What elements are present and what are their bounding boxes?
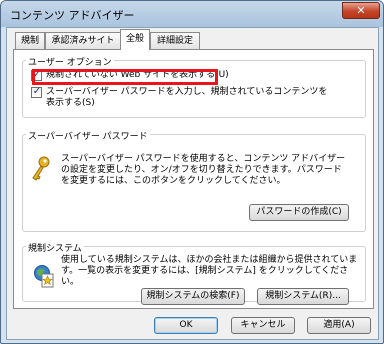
user-options-title: ユーザー オプション <box>26 55 114 68</box>
ok-button[interactable]: OK <box>154 317 218 334</box>
supervisor-desc-line3: を変更するには、このボタンをクリックしてください。 <box>61 176 286 186</box>
rating-desc-line3: い。 <box>61 277 80 287</box>
tab-approved-sites[interactable]: 承認済みサイト <box>45 32 121 49</box>
annotation-highlight-box <box>32 69 218 85</box>
rating-systems-button[interactable]: 規制システム(R)... <box>257 288 349 305</box>
tab-advanced[interactable]: 詳細設定 <box>150 32 200 49</box>
cancel-button[interactable]: キャンセル <box>231 317 295 334</box>
key-icon <box>32 156 50 181</box>
create-password-button[interactable]: パスワードの作成(C) <box>249 204 349 221</box>
tab-general[interactable]: 全般 <box>120 29 150 50</box>
supervisor-override-checkbox[interactable]: ✓ <box>31 86 42 98</box>
rating-system-title: 規制システム <box>26 241 84 254</box>
supervisor-password-title: スーパーバイザー パスワード <box>26 129 150 142</box>
supervisor-override-label-line2[interactable]: 表示する(S) <box>46 98 95 109</box>
rating-document-icon <box>34 265 54 288</box>
checkmark-icon: ✓ <box>32 86 42 97</box>
window-title: コンテンツ アドバイザー <box>10 9 135 22</box>
supervisor-desc-line1: スーパーバイザー パスワードを使用すると、コンテンツ アドバイザー <box>61 154 346 164</box>
general-tab-panel: ユーザー オプション ✓ 規制されていない Web サイトを表示する(U) ✓ … <box>13 49 374 309</box>
rating-desc-line1: 使用している規制システムは、ほかの会社または組織から提供されていま <box>61 255 358 265</box>
rating-desc-line2: す。一覧の表示を変更するには、[規制システム] をクリックしてくださ <box>61 266 349 276</box>
apply-button[interactable]: 適用(A) <box>307 317 371 334</box>
supervisor-desc-line2: の設定を変更したり、オン/オフを切り替えたりできます。パスワード <box>61 165 342 175</box>
find-rating-systems-button[interactable]: 規制システムの検索(F) <box>141 288 245 305</box>
close-button[interactable]: ✕ <box>342 2 380 19</box>
title-bar[interactable]: コンテンツ アドバイザー ✕ <box>1 1 383 27</box>
content-advisor-window: コンテンツ アドバイザー ✕ 規制 承認済みサイト 全般 詳細設定 ユーザー オ… <box>0 0 384 344</box>
supervisor-override-label-line1[interactable]: スーパーバイザー パスワードを入力し、規制されているコンテンツを <box>46 87 327 98</box>
tab-ratings[interactable]: 規制 <box>15 32 45 49</box>
